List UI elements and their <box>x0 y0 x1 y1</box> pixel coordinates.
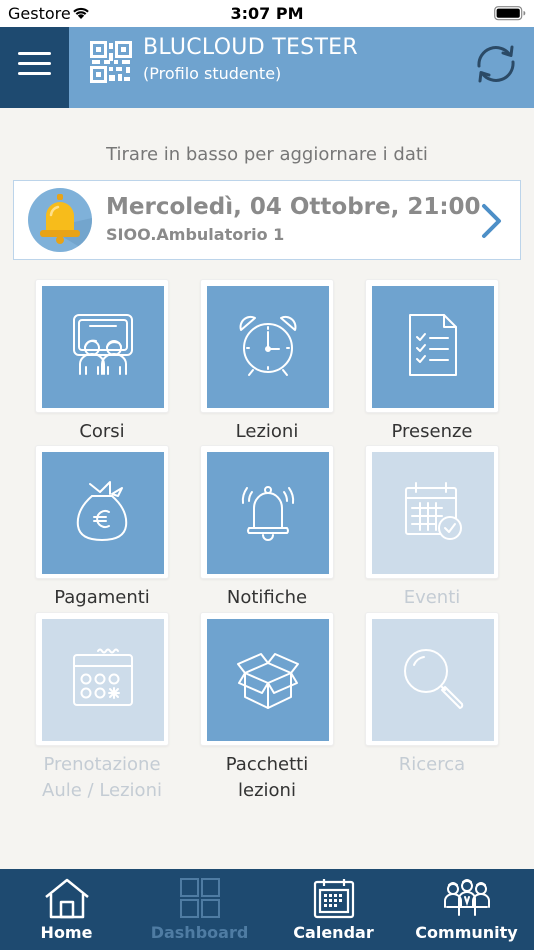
notification-location: SIOO.Ambulatorio 1 <box>106 225 285 244</box>
home-icon <box>43 877 91 923</box>
tile-notifiche-label: Notifiche <box>226 587 308 608</box>
tab-home[interactable]: Home <box>0 869 133 950</box>
tab-community-label: Community <box>415 923 518 942</box>
notification-date: Mercoledì, 04 Ottobre, 21:00 <box>106 194 481 220</box>
tab-bar: Home Dashboard Calendar Community <box>0 869 534 950</box>
booking-calendar-icon <box>70 645 136 715</box>
tile-corsi-label: Corsi <box>79 421 125 442</box>
tile-notifiche[interactable] <box>200 445 334 579</box>
refresh-icon[interactable] <box>472 40 520 92</box>
tile-presenze-label: Presenze <box>391 421 473 442</box>
tile-pacchetti-label: Pacchetti lezioni <box>225 754 309 801</box>
tile-eventi-label: Eventi <box>403 587 461 608</box>
menu-button[interactable] <box>0 27 69 108</box>
tile-corsi[interactable] <box>35 279 169 413</box>
tile-ricerca-label: Ricerca <box>398 754 466 775</box>
tile-pagamenti[interactable] <box>35 445 169 579</box>
bell-icon <box>28 188 92 252</box>
tile-eventi <box>365 445 499 579</box>
tile-lezioni-label: Lezioni <box>235 421 299 442</box>
tile-prenotazione-label: Prenotazione Aule / Lezioni <box>42 754 162 801</box>
tab-calendar-label: Calendar <box>293 923 374 942</box>
tab-dashboard[interactable]: Dashboard <box>133 869 266 950</box>
people-group-icon <box>443 877 491 923</box>
user-name-title: BLUCLOUD TESTER <box>143 35 358 60</box>
money-bag-icon <box>70 478 136 548</box>
tab-calendar[interactable]: Calendar <box>267 869 400 950</box>
open-box-icon <box>235 645 301 715</box>
checklist-icon <box>400 312 466 382</box>
tile-pagamenti-label: Pagamenti <box>54 587 150 608</box>
tile-prenotazione <box>35 612 169 746</box>
status-bar: Gestore 3:07 PM <box>0 0 534 27</box>
tab-home-label: Home <box>40 923 93 942</box>
tab-dashboard-label: Dashboard <box>150 923 249 942</box>
profile-subtitle: (Profilo studente) <box>143 64 282 83</box>
magnifier-icon <box>400 645 466 715</box>
alarm-clock-icon <box>235 312 301 382</box>
tile-ricerca <box>365 612 499 746</box>
classroom-icon <box>70 312 136 382</box>
app-header: BLUCLOUD TESTER (Profilo studente) <box>0 27 534 108</box>
qr-code-icon[interactable] <box>90 41 132 87</box>
battery-icon <box>494 6 526 25</box>
clock: 3:07 PM <box>230 4 304 23</box>
next-notification-card[interactable]: Mercoledì, 04 Ottobre, 21:00 SIOO.Ambula… <box>13 180 521 260</box>
tile-lezioni[interactable] <box>200 279 334 413</box>
calendar-icon <box>312 877 356 923</box>
calendar-check-icon <box>400 478 466 548</box>
chevron-right-icon[interactable] <box>478 202 506 244</box>
tile-pacchetti[interactable] <box>200 612 334 746</box>
tab-community[interactable]: Community <box>400 869 533 950</box>
tile-presenze[interactable] <box>365 279 499 413</box>
grid-icon <box>179 877 221 923</box>
pull-to-refresh-hint: Tirare in basso per aggiornare i dati <box>106 144 428 165</box>
ringing-bell-icon <box>235 478 301 548</box>
